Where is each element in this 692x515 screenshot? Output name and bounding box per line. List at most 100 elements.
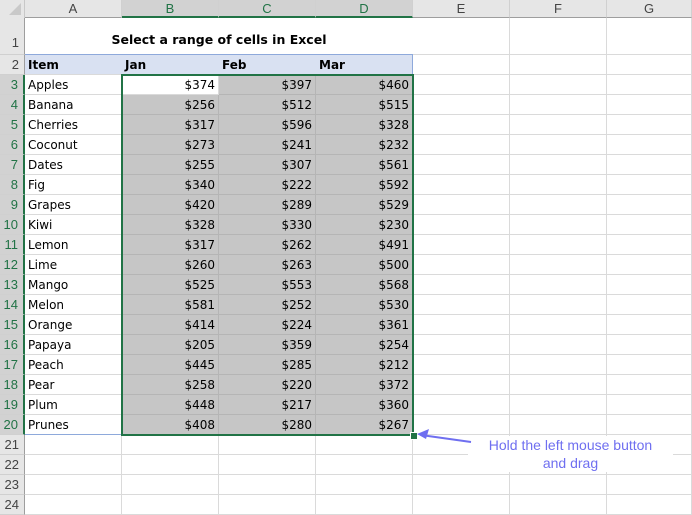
empty-cell[interactable] [316,435,413,455]
value-cell[interactable]: $317 [122,115,219,135]
empty-cell[interactable] [607,275,692,295]
empty-cell[interactable] [510,215,607,235]
empty-cell[interactable] [510,395,607,415]
column-header-b[interactable]: B [122,0,219,18]
value-cell[interactable]: $222 [219,175,316,195]
value-cell[interactable]: $205 [122,335,219,355]
value-cell[interactable]: $241 [219,135,316,155]
column-header-d[interactable]: D [316,0,413,18]
value-cell[interactable]: $340 [122,175,219,195]
value-cell[interactable]: $460 [316,75,413,95]
empty-cell[interactable] [510,155,607,175]
empty-cell[interactable] [510,115,607,135]
empty-cell[interactable] [413,95,510,115]
empty-cell[interactable] [413,495,510,515]
item-cell[interactable]: Grapes [25,195,122,215]
value-cell[interactable]: $397 [219,75,316,95]
empty-cell[interactable] [316,495,413,515]
value-cell[interactable]: $258 [122,375,219,395]
value-cell[interactable]: $230 [316,215,413,235]
empty-cell[interactable] [219,435,316,455]
empty-cell[interactable] [510,75,607,95]
empty-cell[interactable] [607,395,692,415]
value-cell[interactable]: $515 [316,95,413,115]
empty-cell[interactable] [219,495,316,515]
row-header-21[interactable]: 21 [0,435,25,455]
empty-cell[interactable] [25,435,122,455]
value-cell[interactable]: $491 [316,235,413,255]
row-header-6[interactable]: 6 [0,135,25,155]
sheet-title[interactable]: Select a range of cells in Excel [25,18,413,55]
empty-cell[interactable] [510,275,607,295]
empty-cell[interactable] [607,295,692,315]
column-header-f[interactable]: F [510,0,607,18]
item-cell[interactable]: Melon [25,295,122,315]
empty-cell[interactable] [510,355,607,375]
item-cell[interactable]: Apples [25,75,122,95]
empty-cell[interactable] [316,455,413,475]
row-header-1[interactable]: 1 [0,18,25,55]
empty-cell[interactable] [607,235,692,255]
empty-cell[interactable] [413,55,510,75]
row-header-15[interactable]: 15 [0,315,25,335]
empty-cell[interactable] [413,195,510,215]
value-cell[interactable]: $220 [219,375,316,395]
value-cell[interactable]: $285 [219,355,316,375]
column-label-jan[interactable]: Jan [122,55,219,75]
value-cell[interactable]: $525 [122,275,219,295]
empty-cell[interactable] [413,135,510,155]
row-header-4[interactable]: 4 [0,95,25,115]
row-header-8[interactable]: 8 [0,175,25,195]
item-cell[interactable]: Lemon [25,235,122,255]
empty-cell[interactable] [413,375,510,395]
column-label-item[interactable]: Item [25,55,122,75]
empty-cell[interactable] [510,315,607,335]
item-cell[interactable]: Kiwi [25,215,122,235]
row-header-17[interactable]: 17 [0,355,25,375]
empty-cell[interactable] [219,455,316,475]
row-header-5[interactable]: 5 [0,115,25,135]
value-cell[interactable]: $217 [219,395,316,415]
empty-cell[interactable] [607,18,692,55]
value-cell[interactable]: $260 [122,255,219,275]
empty-cell[interactable] [607,115,692,135]
value-cell[interactable]: $360 [316,395,413,415]
item-cell[interactable]: Dates [25,155,122,175]
value-cell[interactable]: $448 [122,395,219,415]
column-header-a[interactable]: A [25,0,122,18]
empty-cell[interactable] [413,275,510,295]
empty-cell[interactable] [607,75,692,95]
empty-cell[interactable] [607,255,692,275]
column-header-g[interactable]: G [607,0,692,18]
item-cell[interactable]: Plum [25,395,122,415]
empty-cell[interactable] [413,115,510,135]
column-header-c[interactable]: C [219,0,316,18]
value-cell[interactable]: $568 [316,275,413,295]
empty-cell[interactable] [607,215,692,235]
value-cell[interactable]: $529 [316,195,413,215]
value-cell[interactable]: $512 [219,95,316,115]
empty-cell[interactable] [510,175,607,195]
empty-cell[interactable] [413,75,510,95]
empty-cell[interactable] [607,355,692,375]
value-cell[interactable]: $252 [219,295,316,315]
value-cell[interactable]: $212 [316,355,413,375]
empty-cell[interactable] [413,255,510,275]
row-header-2[interactable]: 2 [0,55,25,75]
value-cell[interactable]: $289 [219,195,316,215]
item-cell[interactable]: Banana [25,95,122,115]
row-header-9[interactable]: 9 [0,195,25,215]
row-header-24[interactable]: 24 [0,495,25,515]
empty-cell[interactable] [122,435,219,455]
empty-cell[interactable] [122,495,219,515]
row-header-7[interactable]: 7 [0,155,25,175]
row-header-23[interactable]: 23 [0,475,25,495]
empty-cell[interactable] [413,335,510,355]
empty-cell[interactable] [510,95,607,115]
item-cell[interactable]: Lime [25,255,122,275]
empty-cell[interactable] [607,315,692,335]
value-cell[interactable]: $307 [219,155,316,175]
empty-cell[interactable] [510,135,607,155]
value-cell[interactable]: $267 [316,415,413,435]
empty-cell[interactable] [510,295,607,315]
